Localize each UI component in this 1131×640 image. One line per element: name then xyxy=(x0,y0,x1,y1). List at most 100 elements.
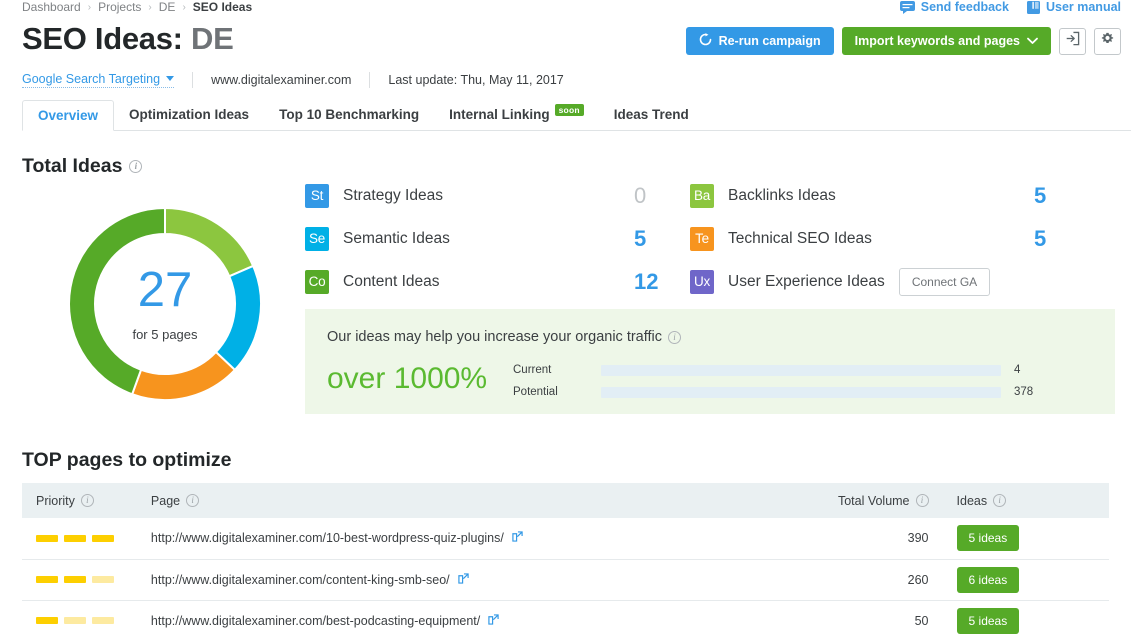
settings-button[interactable] xyxy=(1094,28,1121,55)
speech-bubble-icon xyxy=(900,1,915,14)
page-title-row: SEO Ideas: DE xyxy=(22,20,233,58)
traffic-bar-row-potential: Potential 378 xyxy=(513,381,1093,403)
top-pages-title-label: TOP pages to optimize xyxy=(22,449,231,472)
priority-bar xyxy=(36,535,58,542)
traffic-headline: Our ideas may help you increase your org… xyxy=(327,329,681,345)
top-pages-table: Priority i Page i Total Volume i xyxy=(22,483,1109,640)
connect-ga-button[interactable]: Connect GA xyxy=(899,268,990,296)
table-row[interactable]: http://www.digitalexaminer.com/content-k… xyxy=(22,559,1109,600)
organic-traffic-panel: Our ideas may help you increase your org… xyxy=(305,309,1115,414)
info-icon[interactable]: i xyxy=(916,494,929,507)
table-row[interactable]: http://www.digitalexaminer.com/best-podc… xyxy=(22,600,1109,640)
legend-item-backlinks-ideas[interactable]: Ba Backlinks Ideas 5 xyxy=(690,174,1090,217)
breadcrumb-item-de[interactable]: DE xyxy=(159,0,176,14)
external-link-icon[interactable] xyxy=(458,573,469,587)
ideas-badge[interactable]: 5 ideas xyxy=(957,608,1020,634)
column-header-priority[interactable]: Priority i xyxy=(22,483,137,518)
breadcrumb-item-projects[interactable]: Projects xyxy=(98,0,141,14)
legend-column-right: Ba Backlinks Ideas 5 Te Technical SEO Id… xyxy=(690,174,1090,303)
page-url-text: http://www.digitalexaminer.com/10-best-w… xyxy=(151,531,504,545)
column-header-page[interactable]: Page i xyxy=(137,483,824,518)
soon-badge: soon xyxy=(555,104,584,116)
page-url-link[interactable]: http://www.digitalexaminer.com/content-k… xyxy=(151,573,469,587)
page-url-link[interactable]: http://www.digitalexaminer.com/best-podc… xyxy=(151,614,499,628)
user-experience-ideas-badge-icon: Ux xyxy=(690,270,714,294)
external-link-icon[interactable] xyxy=(512,531,523,545)
traffic-bar-label: Potential xyxy=(513,386,601,398)
cell-page: http://www.digitalexaminer.com/best-podc… xyxy=(137,600,824,640)
tab-optimization-ideas[interactable]: Optimization Ideas xyxy=(114,99,264,130)
traffic-bar-value: 4 xyxy=(1014,364,1020,376)
legend-item-label: Semantic Ideas xyxy=(343,230,450,248)
rerun-campaign-label: Re-run campaign xyxy=(719,34,821,48)
priority-indicator xyxy=(36,535,123,542)
legend-item-value: 0 xyxy=(620,183,690,209)
info-icon[interactable]: i xyxy=(993,494,1006,507)
breadcrumb-separator-icon: › xyxy=(88,2,91,13)
legend-item-label: Strategy Ideas xyxy=(343,187,443,205)
priority-indicator xyxy=(36,617,123,624)
technical-seo-ideas-badge-icon: Te xyxy=(690,227,714,251)
priority-bar xyxy=(92,576,114,583)
page-title: SEO Ideas: DE xyxy=(22,20,233,58)
user-manual-link[interactable]: User manual xyxy=(1027,0,1121,14)
priority-bar xyxy=(64,576,86,583)
strategy-ideas-badge-icon: St xyxy=(305,184,329,208)
info-icon[interactable]: i xyxy=(186,494,199,507)
legend-item-user-experience-ideas[interactable]: Ux User Experience Ideas Connect GA xyxy=(690,260,1090,303)
import-keywords-label: Import keywords and pages xyxy=(855,34,1020,48)
tab-internal-linking[interactable]: Internal Linking soon xyxy=(434,99,599,130)
column-header-ideas-label: Ideas xyxy=(957,494,988,508)
search-targeting-dropdown[interactable]: Google Search Targeting xyxy=(22,72,174,88)
info-icon[interactable]: i xyxy=(81,494,94,507)
donut-center: 27 for 5 pages xyxy=(57,196,273,412)
donut-total-value: 27 xyxy=(138,266,193,315)
total-ideas-title-label: Total Ideas xyxy=(22,155,122,178)
seo-ideas-page: Dashboard › Projects › DE › SEO Ideas Se… xyxy=(0,0,1131,640)
cell-ideas: 6 ideas xyxy=(943,559,1109,600)
tab-top-10-benchmarking[interactable]: Top 10 Benchmarking xyxy=(264,99,434,130)
cell-total-volume: 390 xyxy=(824,518,943,559)
external-link-icon[interactable] xyxy=(488,614,499,628)
table-header-row: Priority i Page i Total Volume i xyxy=(22,483,1109,518)
export-button[interactable] xyxy=(1059,28,1086,55)
breadcrumb-item-dashboard[interactable]: Dashboard xyxy=(22,0,81,14)
donut-subtitle: for 5 pages xyxy=(132,327,197,342)
legend-item-strategy-ideas[interactable]: St Strategy Ideas 0 xyxy=(305,174,690,217)
info-icon[interactable]: i xyxy=(129,160,142,173)
export-icon xyxy=(1065,31,1080,51)
total-ideas-title: Total Ideas i xyxy=(22,155,142,178)
info-icon[interactable]: i xyxy=(668,331,681,344)
legend-item-technical-seo-ideas[interactable]: Te Technical SEO Ideas 5 xyxy=(690,217,1090,260)
table-row[interactable]: http://www.digitalexaminer.com/10-best-w… xyxy=(22,518,1109,559)
breadcrumb: Dashboard › Projects › DE › SEO Ideas xyxy=(22,0,252,14)
ideas-badge[interactable]: 6 ideas xyxy=(957,567,1020,593)
cell-page: http://www.digitalexaminer.com/10-best-w… xyxy=(137,518,824,559)
import-keywords-button[interactable]: Import keywords and pages xyxy=(842,27,1051,55)
legend-item-semantic-ideas[interactable]: Se Semantic Ideas 5 xyxy=(305,217,690,260)
user-manual-label: User manual xyxy=(1046,0,1121,14)
breadcrumb-item-seo-ideas: SEO Ideas xyxy=(193,0,252,14)
tab-internal-linking-label: Internal Linking xyxy=(449,107,550,122)
rerun-campaign-button[interactable]: Re-run campaign xyxy=(686,27,834,55)
legend-item-content-ideas[interactable]: Co Content Ideas 12 xyxy=(305,260,690,303)
tab-ideas-trend[interactable]: Ideas Trend xyxy=(599,99,704,130)
legend-item-value: 12 xyxy=(620,269,690,295)
table-body: http://www.digitalexaminer.com/10-best-w… xyxy=(22,518,1109,640)
legend-item-label: User Experience Ideas xyxy=(728,273,885,291)
header-actions: Re-run campaign Import keywords and page… xyxy=(686,27,1121,55)
page-url-link[interactable]: http://www.digitalexaminer.com/10-best-w… xyxy=(151,531,523,545)
column-header-ideas[interactable]: Ideas i xyxy=(943,483,1109,518)
send-feedback-link[interactable]: Send feedback xyxy=(900,0,1009,14)
legend-item-label: Technical SEO Ideas xyxy=(728,230,872,248)
traffic-bar-row-current: Current 4 xyxy=(513,359,1093,381)
column-header-total-volume[interactable]: Total Volume i xyxy=(824,483,943,518)
tab-ideas-trend-label: Ideas Trend xyxy=(614,107,689,122)
breadcrumb-separator-icon: › xyxy=(182,2,185,13)
page-url-text: http://www.digitalexaminer.com/content-k… xyxy=(151,573,450,587)
page-url-text: http://www.digitalexaminer.com/best-podc… xyxy=(151,614,480,628)
ideas-badge[interactable]: 5 ideas xyxy=(957,525,1020,551)
priority-bar xyxy=(92,617,114,624)
tab-overview[interactable]: Overview xyxy=(22,100,114,131)
utility-links: Send feedback User manual xyxy=(900,0,1121,14)
